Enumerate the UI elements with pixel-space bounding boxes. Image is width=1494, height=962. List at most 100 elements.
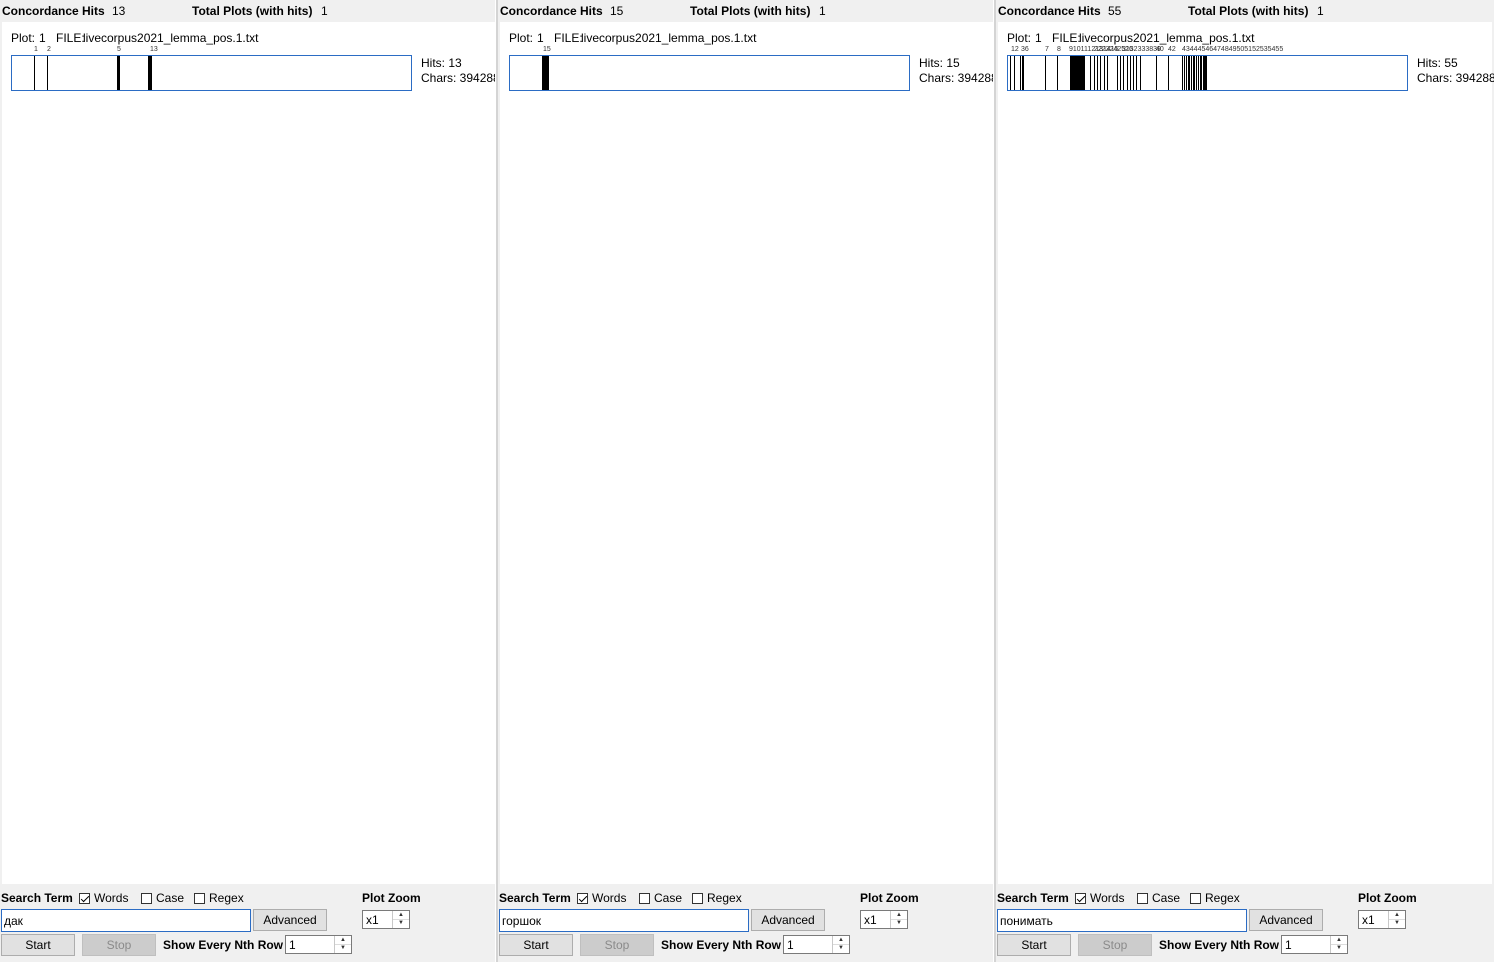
- regex-check-icon[interactable]: [692, 893, 703, 904]
- hit-tick-label: 8: [1057, 46, 1061, 53]
- spin-down-icon[interactable]: ▼: [1389, 919, 1405, 927]
- case-checkbox[interactable]: Case: [141, 891, 184, 905]
- start-button[interactable]: Start: [499, 934, 573, 956]
- case-check-icon[interactable]: [1137, 893, 1148, 904]
- hit-line: [1010, 56, 1011, 90]
- words-checkbox[interactable]: Words: [1075, 891, 1124, 905]
- concordance-hits-value: 15: [610, 4, 624, 18]
- case-check-icon[interactable]: [141, 893, 152, 904]
- hit-line: [1156, 56, 1157, 90]
- total-plots-value: 1: [1317, 4, 1324, 18]
- results-header: Concordance Hits 15 Total Plots (with hi…: [498, 0, 994, 22]
- words-check-icon[interactable]: [577, 893, 588, 904]
- hit-tick-label: 42: [1168, 46, 1176, 53]
- plot-zoom-value: x1: [366, 913, 379, 927]
- hit-tick-label: 1: [34, 46, 38, 53]
- case-check-icon[interactable]: [639, 893, 650, 904]
- file-label: FILE:: [56, 31, 85, 45]
- regex-label: Regex: [707, 891, 742, 905]
- plot-panel-3: Concordance Hits 55 Total Plots (with hi…: [996, 0, 1494, 962]
- regex-check-icon[interactable]: [1190, 893, 1201, 904]
- dispersion-plot[interactable]: [509, 55, 910, 91]
- advanced-button[interactable]: Advanced: [253, 909, 327, 931]
- search-controls: Search Term Words Case Regex Plot Zoom A…: [498, 884, 994, 962]
- nth-row-spinner[interactable]: 1 ▲ ▼: [1281, 935, 1348, 954]
- regex-check-icon[interactable]: [194, 893, 205, 904]
- words-check-icon[interactable]: [79, 893, 90, 904]
- start-button[interactable]: Start: [997, 934, 1071, 956]
- advanced-button[interactable]: Advanced: [751, 909, 825, 931]
- plot-chars-count: Chars: 394288: [919, 71, 998, 85]
- plot-zoom-spinner[interactable]: x1 ▲ ▼: [1358, 910, 1406, 929]
- plot-area[interactable]: Plot: 1 FILE: livecorpus2021_lemma_pos.1…: [500, 22, 998, 884]
- hit-line: [548, 56, 549, 90]
- file-label: FILE:: [1052, 31, 1081, 45]
- file-label: FILE:: [554, 31, 583, 45]
- plot-zoom-label: Plot Zoom: [362, 891, 421, 905]
- plot-zoom-label: Plot Zoom: [1358, 891, 1417, 905]
- search-term-input[interactable]: [1, 909, 251, 932]
- case-label: Case: [1152, 891, 1181, 905]
- hit-tick-label: 43444546474849505152535455: [1182, 46, 1284, 53]
- stop-button[interactable]: Stop: [580, 934, 654, 956]
- spin-down-icon[interactable]: ▼: [833, 944, 849, 952]
- search-term-input[interactable]: [997, 909, 1247, 932]
- spin-down-icon[interactable]: ▼: [393, 919, 409, 927]
- plot-panel-1: Concordance Hits 13 Total Plots (with hi…: [0, 0, 500, 962]
- plot-zoom-spinner[interactable]: x1 ▲ ▼: [860, 910, 908, 929]
- hit-line: [34, 56, 35, 90]
- hit-line: [119, 56, 120, 90]
- case-checkbox[interactable]: Case: [1137, 891, 1180, 905]
- plot-zoom-label: Plot Zoom: [860, 891, 919, 905]
- case-checkbox[interactable]: Case: [639, 891, 682, 905]
- show-every-nth-row-label: Show Every Nth Row: [163, 938, 284, 952]
- words-checkbox[interactable]: Words: [79, 891, 128, 905]
- regex-checkbox[interactable]: Regex: [1190, 891, 1240, 905]
- case-label: Case: [654, 891, 683, 905]
- plot-stats: Hits: 13 Chars: 394288: [421, 56, 500, 86]
- hit-line: [1201, 56, 1202, 90]
- plot-stats: Hits: 15 Chars: 394288: [919, 56, 998, 86]
- nth-row-spinner[interactable]: 1 ▲ ▼: [285, 935, 352, 954]
- spin-down-icon[interactable]: ▼: [891, 919, 907, 927]
- hit-line: [1206, 56, 1207, 90]
- nth-row-value: 1: [787, 938, 794, 952]
- hit-line: [1107, 56, 1108, 90]
- hit-line: [1057, 56, 1058, 90]
- spin-down-icon[interactable]: ▼: [1331, 944, 1347, 952]
- spin-down-icon[interactable]: ▼: [335, 944, 351, 952]
- plot-zoom-value: x1: [864, 913, 877, 927]
- search-term-input[interactable]: [499, 909, 749, 932]
- words-checkbox[interactable]: Words: [577, 891, 626, 905]
- search-term-label: Search Term: [1, 891, 73, 905]
- hit-line: [1133, 56, 1134, 90]
- plot-label: Plot:: [11, 31, 36, 45]
- hit-line: [1198, 56, 1199, 90]
- regex-checkbox[interactable]: Regex: [692, 891, 742, 905]
- words-check-icon[interactable]: [1075, 893, 1086, 904]
- plot-area[interactable]: Plot: 1 FILE: livecorpus2021_lemma_pos.1…: [2, 22, 500, 884]
- hit-line: [1127, 56, 1128, 90]
- dispersion-plot[interactable]: [11, 55, 412, 91]
- hit-line: [1020, 56, 1021, 90]
- nth-row-spinner[interactable]: 1 ▲ ▼: [783, 935, 850, 954]
- plot-label: Plot:: [509, 31, 534, 45]
- plot-zoom-spinner[interactable]: x1 ▲ ▼: [362, 910, 410, 929]
- plot-area[interactable]: Plot: 1 FILE: livecorpus2021_lemma_pos.1…: [998, 22, 1494, 884]
- total-plots-label: Total Plots (with hits): [690, 4, 811, 18]
- hit-tick-label: 15: [543, 46, 551, 53]
- hit-line: [1014, 56, 1015, 90]
- hit-line: [1191, 56, 1192, 90]
- regex-label: Regex: [1205, 891, 1240, 905]
- stop-button[interactable]: Stop: [1078, 934, 1152, 956]
- plot-hits-count: Hits: 13: [421, 56, 462, 70]
- hit-tick-label: 2: [47, 46, 51, 53]
- start-button[interactable]: Start: [1, 934, 75, 956]
- hit-line: [1189, 56, 1190, 90]
- regex-checkbox[interactable]: Regex: [194, 891, 244, 905]
- total-plots-value: 1: [819, 4, 826, 18]
- dispersion-plot[interactable]: [1007, 55, 1408, 91]
- stop-button[interactable]: Stop: [82, 934, 156, 956]
- search-controls: Search Term Words Case Regex Plot Zoom A…: [996, 884, 1492, 962]
- advanced-button[interactable]: Advanced: [1249, 909, 1323, 931]
